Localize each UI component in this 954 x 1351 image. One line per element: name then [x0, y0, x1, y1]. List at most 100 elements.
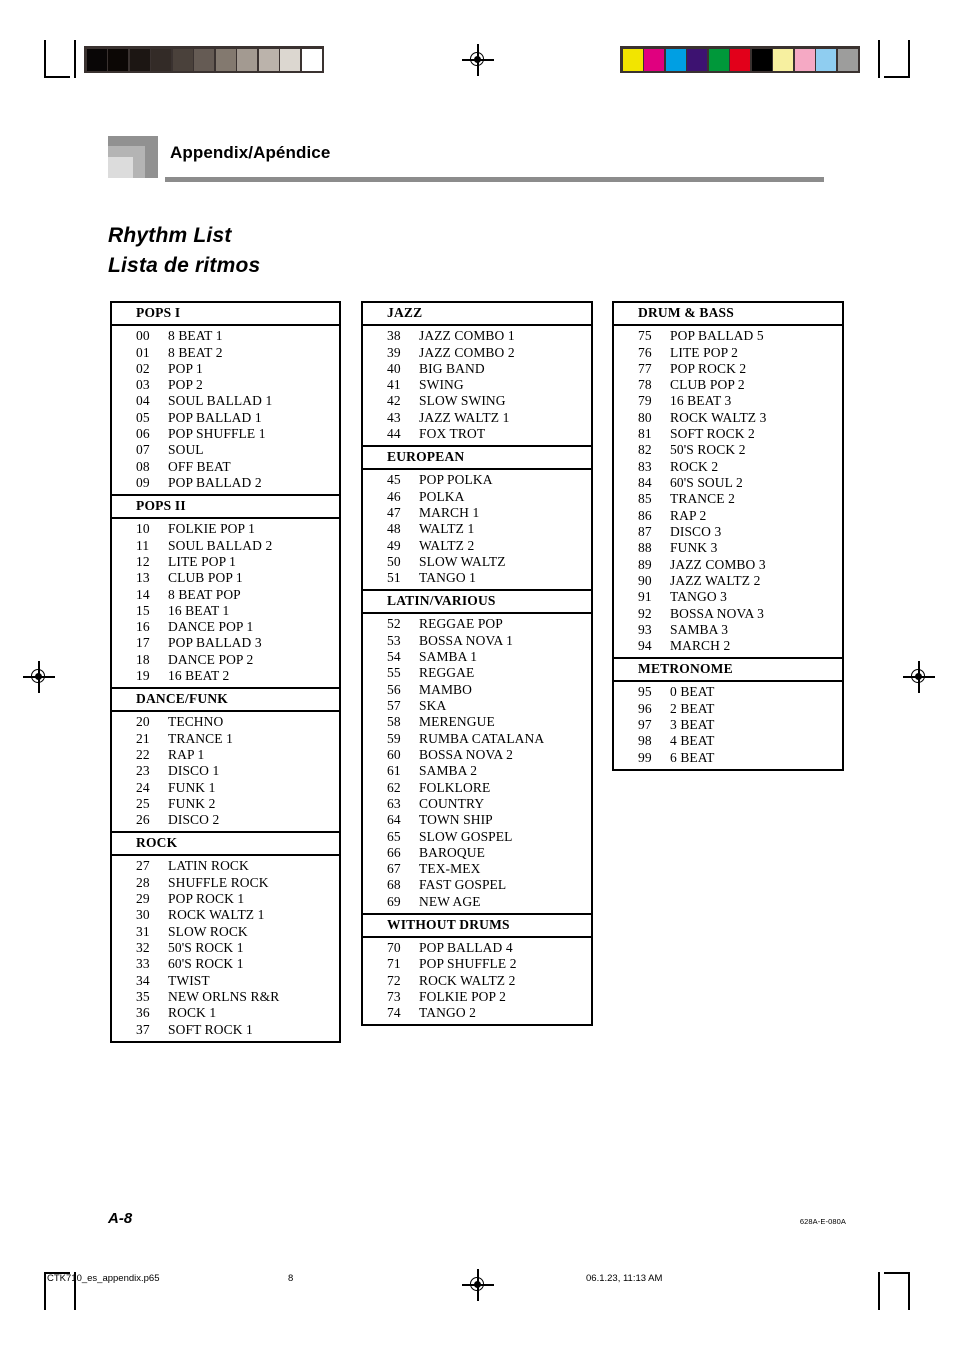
rhythm-name: 60'S SOUL 2 — [670, 475, 743, 491]
section-header-pops-ii: POPS II — [112, 494, 339, 519]
calibration-patch-8 — [258, 48, 279, 71]
rhythm-number: 61 — [387, 763, 401, 779]
rhythm-name: POLKA — [419, 488, 465, 504]
rhythm-name: POP 1 — [168, 360, 203, 376]
section-rows: 75 POP BALLAD 5 76 LITE POP 2 77 POP ROCK 2 78… — [614, 326, 842, 657]
rhythm-name: BIG BAND — [419, 360, 485, 376]
rhythm-row: 00 8 BEAT 1 — [112, 328, 339, 344]
rhythm-name: TANGO 2 — [419, 1005, 476, 1021]
crop-mark-top-left-horizontal — [44, 76, 70, 78]
rhythm-name: REGGAE POP — [419, 616, 503, 632]
rhythm-name: CLUB POP 2 — [670, 377, 745, 393]
crop-mark-top-left-inner — [74, 40, 76, 78]
rhythm-number: 68 — [387, 877, 401, 893]
rhythm-number: 57 — [387, 698, 401, 713]
rhythm-number: 28 — [136, 874, 150, 890]
rhythm-name: 16 BEAT 3 — [670, 393, 732, 409]
calibration-patch-3 — [151, 48, 171, 71]
rhythm-row: 14 8 BEAT POP — [112, 586, 339, 602]
rhythm-row: 31 SLOW ROCK — [112, 923, 339, 939]
rhythm-name: 3 BEAT — [670, 717, 715, 733]
rhythm-name: DISCO 3 — [670, 523, 722, 539]
rhythm-row: 64 TOWN SHIP — [363, 812, 591, 828]
rhythm-row: 39 JAZZ COMBO 2 — [363, 344, 591, 360]
rhythm-name: 50'S ROCK 1 — [168, 939, 244, 955]
rhythm-number: 73 — [387, 988, 401, 1004]
rhythm-row: 19 16 BEAT 2 — [112, 668, 339, 684]
rhythm-name: DISCO 1 — [168, 763, 220, 779]
rhythm-number: 03 — [136, 377, 150, 393]
rhythm-row: 93 SAMBA 3 — [614, 622, 842, 638]
rhythm-number: 25 — [136, 795, 150, 811]
crop-mark-bottom-left-vertical — [44, 1272, 46, 1310]
rhythm-number: 35 — [136, 988, 150, 1004]
calibration-patch-3 — [687, 48, 707, 71]
section-header-drum-bass: DRUM & BASS — [614, 303, 842, 326]
rhythm-number: 77 — [638, 360, 652, 376]
rhythm-number: 84 — [638, 475, 652, 491]
rhythm-number: 15 — [136, 602, 150, 618]
rhythm-row: 78 CLUB POP 2 — [614, 377, 842, 393]
registration-target-left — [23, 661, 55, 693]
section-rows: 52 REGGAE POP 53 BOSSA NOVA 1 54 SAMBA 1 55 REG… — [363, 614, 591, 913]
rhythm-row: 97 3 BEAT — [614, 717, 842, 733]
rhythm-name: 50'S ROCK 2 — [670, 442, 746, 458]
rhythm-name: FAST GOSPEL — [419, 877, 507, 893]
rhythm-number: 42 — [387, 393, 401, 409]
rhythm-name: ROCK WALTZ 3 — [670, 409, 767, 425]
rhythm-row: 07 SOUL — [112, 442, 339, 458]
crop-mark-bottom-right-inner — [878, 1272, 880, 1310]
rhythm-row: 32 50'S ROCK 1 — [112, 940, 339, 956]
rhythm-name: FOLKIE POP 1 — [168, 521, 255, 537]
rhythm-name: POP SHUFFLE 1 — [168, 426, 266, 442]
calibration-patch-0 — [622, 48, 643, 71]
rhythm-number: 36 — [136, 1005, 150, 1021]
calibration-patch-6 — [751, 48, 772, 71]
section-rows: 38 JAZZ COMBO 1 39 JAZZ COMBO 2 40 BIG BAND 41… — [363, 326, 591, 445]
rhythm-name: BAROQUE — [419, 844, 485, 860]
rhythm-row: 65 SLOW GOSPEL — [363, 828, 591, 844]
rhythm-name: BOSSA NOVA 2 — [419, 746, 513, 762]
section-header-rock: ROCK — [112, 831, 339, 857]
rhythm-name: TWIST — [168, 972, 210, 988]
rhythm-row: 17 POP BALLAD 3 — [112, 635, 339, 651]
rhythm-number: 53 — [387, 632, 401, 648]
rhythm-name: TECHNO — [168, 714, 224, 730]
rhythm-number: 72 — [387, 972, 401, 988]
rhythm-row: 05 POP BALLAD 1 — [112, 409, 339, 425]
rhythm-number: 70 — [387, 939, 401, 955]
rhythm-name: 6 BEAT — [670, 749, 715, 765]
rhythm-number: 46 — [387, 488, 401, 504]
rhythm-name: POP BALLAD 1 — [168, 409, 262, 425]
rhythm-name: SOFT ROCK 1 — [168, 1021, 253, 1037]
rhythm-row: 80 ROCK WALTZ 3 — [614, 409, 842, 425]
rhythm-row: 36 ROCK 1 — [112, 1005, 339, 1021]
rhythm-name: SLOW GOSPEL — [419, 828, 513, 844]
rhythm-number: 67 — [387, 861, 401, 877]
rhythm-name: RAP 2 — [670, 507, 707, 523]
rhythm-table-column-3: DRUM & BASS 75 POP BALLAD 5 76 LITE POP 2 77 P… — [612, 301, 844, 771]
rhythm-row: 04 SOUL BALLAD 1 — [112, 393, 339, 409]
print-source-filename: CTK710_es_appendix.p65 — [47, 1273, 160, 1284]
rhythm-number: 92 — [638, 605, 652, 621]
rhythm-row: 82 50'S ROCK 2 — [614, 442, 842, 458]
rhythm-row: 91 TANGO 3 — [614, 589, 842, 605]
rhythm-row: 26 DISCO 2 — [112, 812, 339, 828]
rhythm-name: BOSSA NOVA 3 — [670, 605, 764, 621]
rhythm-name: POP BALLAD 5 — [670, 328, 764, 344]
rhythm-name: JAZZ COMBO 3 — [670, 556, 766, 572]
rhythm-number: 27 — [136, 858, 150, 874]
rhythm-row: 34 TWIST — [112, 972, 339, 988]
rhythm-number: 22 — [136, 746, 150, 762]
rhythm-name: FUNK 2 — [168, 795, 216, 811]
rhythm-row: 54 SAMBA 1 — [363, 649, 591, 665]
section-header-jazz: JAZZ — [363, 303, 591, 326]
rhythm-row: 63 COUNTRY — [363, 796, 591, 812]
rhythm-number: 24 — [136, 779, 150, 795]
rhythm-row: 27 LATIN ROCK — [112, 858, 339, 874]
rhythm-name: ROCK WALTZ 2 — [419, 972, 516, 988]
rhythm-name: POP BALLAD 3 — [168, 635, 262, 651]
rhythm-name: 16 BEAT 2 — [168, 668, 230, 684]
rhythm-number: 85 — [638, 491, 652, 507]
calibration-patch-4 — [708, 48, 729, 71]
